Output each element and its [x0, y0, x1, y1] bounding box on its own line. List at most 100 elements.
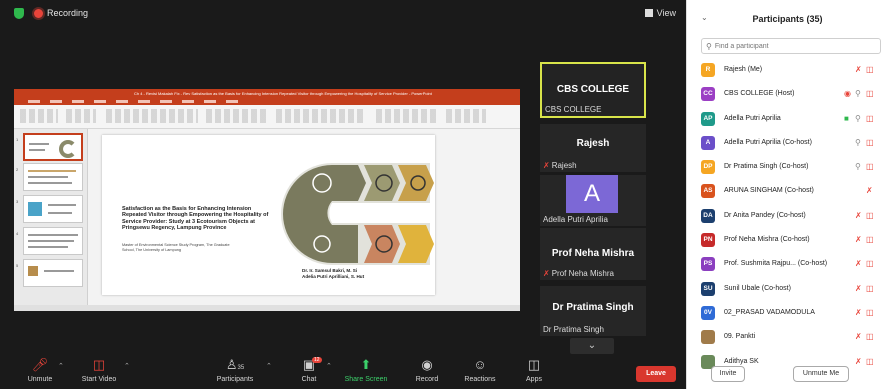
participant-row[interactable]: PN Prof Neha Mishra (Co-host) ✗ ◫ — [687, 228, 887, 252]
reactions-label: Reactions — [464, 376, 496, 383]
chat-badge: 12 — [312, 357, 322, 363]
participants-button[interactable]: ♙35 Participants — [212, 357, 258, 384]
video-off-icon: ◫ — [92, 357, 106, 372]
participant-row[interactable]: CC CBS COLLEGE (Host) ◉ ⚲ ◫ — [687, 82, 887, 106]
participant-row[interactable]: SU Sunil Ubale (Co-host) ✗ ◫ — [687, 277, 887, 301]
current-slide: Satisfaction as the Basis for Enhancing … — [102, 135, 435, 295]
video-tile-rajesh[interactable]: Rajesh ✗ Rajesh — [540, 124, 646, 172]
participants-icon: ♙35 — [225, 357, 245, 372]
participant-row[interactable]: AS ARUNA SINGHAM (Co-host) ✗ — [687, 179, 887, 203]
grid-view-icon — [644, 9, 653, 17]
avatar: PN — [701, 233, 715, 248]
sharing-icon: ◉ — [844, 89, 851, 99]
video-tile-cbs-college[interactable]: CBS COLLEGE CBS COLLEGE — [540, 62, 646, 118]
participants-options-caret[interactable]: ⌃ — [266, 362, 272, 370]
participant-name: Prof Neha Mishra (Co-host) — [724, 236, 810, 244]
avatar: SU — [701, 281, 715, 296]
participant-row[interactable]: PS Prof. Sushmita Rajpu... (Co-host) ✗ ◫ — [687, 252, 887, 276]
mic-muted-icon: ✗ — [855, 210, 862, 220]
slide-thumbnail[interactable] — [23, 133, 83, 161]
participant-row[interactable]: R Rajesh (Me) ✗ ◫ — [687, 58, 887, 82]
slide-thumbnail[interactable] — [23, 163, 83, 191]
tile-label: CBS COLLEGE — [545, 105, 602, 114]
participant-row[interactable]: A Adella Putri Aprilia (Co-host) ⚲ ◫ — [687, 131, 887, 155]
participant-row[interactable]: 0V 02_PRASAD VADAMODULA ✗ ◫ — [687, 301, 887, 325]
participant-row[interactable]: DA Dr Anita Pandey (Co-host) ✗ ◫ — [687, 204, 887, 228]
security-shield-icon[interactable] — [14, 7, 24, 19]
start-video-label: Start Video — [81, 376, 117, 383]
video-off-icon: ◫ — [866, 113, 874, 123]
unmute-label: Unmute — [27, 376, 53, 383]
avatar: A — [701, 135, 715, 150]
slide-thumbnail[interactable] — [23, 195, 83, 223]
unmute-me-button[interactable]: Unmute Me — [793, 366, 849, 382]
leave-button[interactable]: Leave — [636, 366, 676, 382]
video-off-icon: ◫ — [866, 332, 874, 342]
ppt-ribbon — [14, 105, 520, 129]
invite-button[interactable]: Invite — [711, 366, 745, 382]
search-input[interactable] — [714, 42, 865, 50]
avatar: CC — [701, 87, 715, 102]
slide-thumbnail[interactable] — [23, 227, 83, 255]
avatar: AP — [701, 111, 715, 126]
video-tile-neha-mishra[interactable]: Prof Neha Mishra ✗ Prof Neha Mishra — [540, 228, 646, 280]
participant-row[interactable]: DP Dr Pratima Singh (Co-host) ⚲ ◫ — [687, 155, 887, 179]
participant-name: 02_PRASAD VADAMODULA — [724, 308, 815, 316]
video-off-icon: ◫ — [866, 307, 874, 317]
mic-muted-icon: ✗ — [855, 65, 862, 74]
record-button[interactable]: ◉ Record — [410, 358, 444, 384]
participant-row[interactable]: 09. Pankti ✗ ◫ — [687, 325, 887, 349]
participant-row[interactable]: AP Adella Putri Aprilia ■ ⚲ ◫ — [687, 107, 887, 131]
audio-options-caret[interactable]: ⌃ — [58, 362, 64, 370]
tile-name: Rajesh — [576, 138, 610, 149]
video-off-icon: ◫ — [866, 65, 874, 74]
chat-options-caret[interactable]: ⌃ — [326, 362, 332, 370]
video-off-icon: ◫ — [866, 235, 874, 245]
mic-icon: ⚲ — [855, 113, 861, 123]
mic-muted-icon: ✗ — [855, 235, 862, 245]
video-off-icon: ◫ — [866, 162, 874, 172]
tile-label: Dr Pratima Singh — [543, 325, 604, 334]
participant-name: 09. Pankti — [724, 333, 756, 341]
participant-name: Dr Pratima Singh (Co-host) — [724, 163, 809, 171]
tile-name: CBS COLLEGE — [556, 84, 630, 95]
scroll-tiles-down-button[interactable]: ⌄ — [570, 338, 614, 354]
process-diagram — [281, 163, 434, 265]
participant-name: Adella Putri Aprilia — [724, 114, 781, 122]
panel-footer: Invite Unmute Me — [687, 364, 887, 386]
avatar: DA — [701, 208, 715, 223]
unmute-button[interactable]: 🎤︎ Unmute — [22, 357, 58, 384]
mic-muted-icon: 🎤︎ — [31, 357, 49, 372]
ppt-titlebar: Ch 4 - Revisi Makalah Fix - Rev Satisfac… — [14, 89, 520, 99]
view-button[interactable]: View — [644, 8, 676, 18]
share-screen-button[interactable]: ⬆ Share Screen — [344, 358, 388, 384]
slide-thumbnail[interactable] — [23, 259, 83, 287]
shared-screen: Ch 4 - Revisi Makalah Fix - Rev Satisfac… — [14, 89, 520, 311]
video-options-caret[interactable]: ⌃ — [124, 362, 130, 370]
avatar: PS — [701, 257, 715, 272]
avatar: 0V — [701, 305, 715, 320]
start-video-button[interactable]: ◫ Start Video — [76, 357, 122, 384]
reactions-icon: ☺ — [473, 357, 487, 372]
avatar: DP — [701, 160, 715, 175]
recording-icon — [34, 8, 43, 18]
video-tile-adella[interactable]: A Adella Putri Aprilia — [540, 175, 646, 226]
video-tile-pratima-singh[interactable]: Dr Pratima Singh Dr Pratima Singh — [540, 286, 646, 336]
mic-muted-icon: ✗ — [855, 332, 862, 342]
mic-muted-icon: ✗ — [855, 307, 862, 317]
mic-icon: ⚲ — [855, 162, 861, 172]
video-off-icon: ◫ — [866, 259, 874, 269]
tile-name: Dr Pratima Singh — [552, 302, 634, 313]
participant-name: Adella Putri Aprilia (Co-host) — [724, 138, 812, 146]
chat-button[interactable]: ▣ 12 Chat — [294, 357, 324, 383]
participant-name: Dr Anita Pandey (Co-host) — [724, 211, 806, 219]
mic-muted-icon: ✗ — [543, 161, 550, 170]
reactions-button[interactable]: ☺ Reactions — [460, 357, 500, 384]
participants-panel: ⌄ Participants (35) ⚲ R Rajesh (Me) ✗ ◫ CC CB… — [686, 0, 887, 389]
tile-label: ✗ Rajesh — [543, 161, 577, 170]
panel-header: ⌄ Participants (35) — [687, 0, 887, 36]
apps-button[interactable]: ◫ Apps — [520, 358, 548, 384]
participant-name: CBS COLLEGE (Host) — [724, 90, 795, 98]
participant-name: Sunil Ubale (Co-host) — [724, 284, 791, 292]
participant-search[interactable]: ⚲ — [701, 38, 881, 54]
